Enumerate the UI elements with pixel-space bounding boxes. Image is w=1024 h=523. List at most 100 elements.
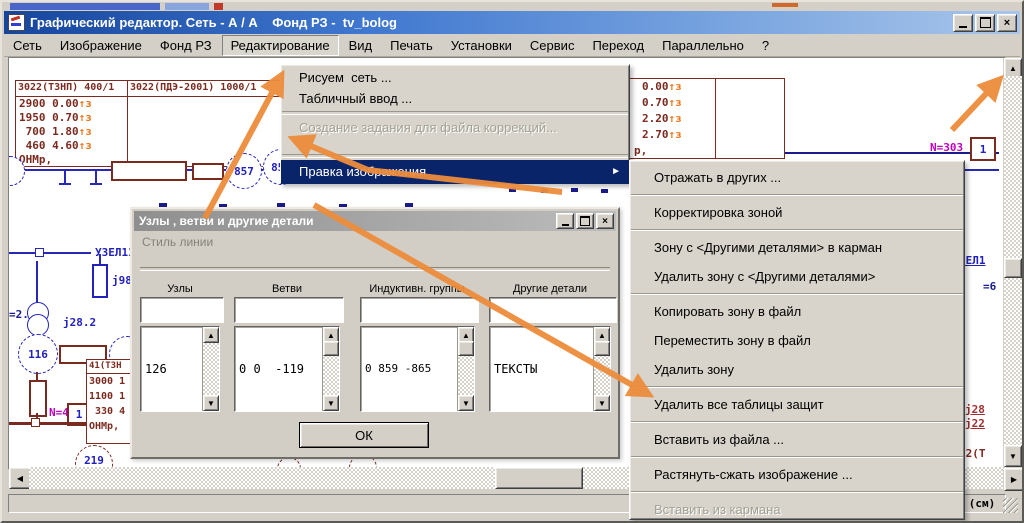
uzly-filter-input[interactable] [140,297,224,323]
menu-item-image[interactable]: Изображение [52,36,150,55]
node-circle-219: 219 [75,445,113,467]
app-icon [8,14,25,31]
menu-item-parallel[interactable]: Параллельно [654,36,752,55]
list-item[interactable]: 0 859 -865 [365,361,457,377]
table-row: 330 4 [87,404,136,419]
menu-item-table-input[interactable]: Табличный ввод ... [281,88,629,109]
menu-item-net[interactable]: Сеть [5,36,50,55]
menu-item-draw-net[interactable]: Рисуем сеть ... [281,67,629,88]
ok-button[interactable]: ОК [299,422,429,448]
dialog-close-button[interactable]: × [596,213,614,229]
submenu-item-delete-zone-with[interactable]: Удалить зону с <Другими деталями> [630,262,964,291]
menu-item-view[interactable]: Вид [341,36,381,55]
j28-label: j28 [965,403,985,416]
scroll-left-button[interactable]: ◀ [9,467,31,489]
up-arrow-icon: ↑з [79,97,92,110]
list-item[interactable]: 0 860 -864 [365,409,457,411]
maximize-button[interactable] [975,14,995,32]
menu-item-edit-image[interactable]: Правка изображения ► [281,160,629,184]
edit-dropdown-menu: Рисуем сеть ... Табличный ввод ... Созда… [280,64,630,184]
list-item[interactable]: 0 0 -119 [239,361,322,377]
menu-bar: Сеть Изображение Фонд РЗ Редактирование … [4,34,1020,57]
nodes-branches-dialog: Узлы , ветви и другие детали × Стиль лин… [130,207,620,459]
window-titlebar[interactable]: Графический редактор. Сеть - А / А Фонд … [4,11,1020,34]
submenu-item-move-zone-to-file[interactable]: Переместить зону в файл [630,326,964,355]
scroll-up-button[interactable]: ▲ [203,327,219,343]
scroll-down-button[interactable]: ▼ [323,395,339,411]
maximize-icon [980,17,991,28]
dialog-titlebar[interactable]: Узлы , ветви и другие детали × [134,211,616,231]
minimize-button[interactable] [953,14,973,32]
up-arrow-icon: ↑з [79,139,92,152]
scroll-up-button[interactable]: ▲ [1004,58,1022,78]
menu-item-edit[interactable]: Редактирование [222,35,339,56]
scrollbar-thumb[interactable] [495,467,583,489]
submenu-item-zone-correct[interactable]: Корректировка зоной [630,198,964,227]
menu-item-print[interactable]: Печать [382,36,441,55]
other-filter-input[interactable] [489,297,617,323]
scroll-down-button[interactable]: ▼ [203,395,219,411]
table-row: 1100 1 [87,389,136,404]
menu-item-service[interactable]: Сервис [522,36,583,55]
list-item[interactable]: ОТРЕЗКИ [494,409,593,411]
listbox-scrollbar[interactable]: ▲ ▼ [202,327,219,411]
resistor [111,161,187,181]
column-header-vetvi: Ветви [234,283,340,295]
menu-separator [631,456,963,458]
uzly-listbox[interactable]: 126 827 830 850 ▲ ▼ [140,326,220,412]
scroll-down-button[interactable]: ▼ [1004,445,1022,467]
listbox-scrollbar[interactable]: ▲ ▼ [457,327,474,411]
menu-item-fund[interactable]: Фонд РЗ [152,36,220,55]
node-number-label: N=303 [930,141,963,154]
wire [99,254,101,264]
schematic-fragment [509,188,516,192]
j282-label: j28.2 [63,316,96,329]
table-row: 700 1.80↑з [19,125,127,139]
vetvi-listbox[interactable]: 0 0 -119 0 0 -129 0 0 -131 0 0 -132 0 0 … [234,326,340,412]
scroll-down-button[interactable]: ▼ [594,395,610,411]
junction-square [31,418,40,427]
resize-grip[interactable] [1003,498,1018,513]
wire [36,372,38,380]
other-details-listbox[interactable]: ТЕКСТЫ ОТРЕЗКИ ТАБЛИЦА ОКРУЖНОС ДУГИ ▲ ▼ [489,326,611,412]
submenu-item-delete-all-protection-tables[interactable]: Удалить все таблицы защит [630,390,964,419]
column-header-induktiv: Индуктивн. группы [356,283,478,295]
scrollbar-thumb[interactable] [1004,258,1022,278]
list-item[interactable]: 0 0 -129 [239,409,322,411]
vertical-scrollbar[interactable]: ▲ ▼ [1004,58,1022,467]
submenu-item-insert-from-file[interactable]: Вставить из файла ... [630,425,964,454]
list-item[interactable]: 827 [145,409,202,411]
submenu-item-delete-zone[interactable]: Удалить зону [630,355,964,384]
menu-item-settings[interactable]: Установки [443,36,520,55]
scrollbar-thumb[interactable] [594,341,610,356]
wire [36,261,38,304]
minimize-icon [959,26,967,28]
induktiv-filter-input[interactable] [360,297,479,323]
submenu-item-copy-zone-to-file[interactable]: Копировать зону в файл [630,297,964,326]
node-number-box: 1 [970,137,996,161]
list-item[interactable]: ТЕКСТЫ [494,361,593,377]
minimize-icon [562,224,569,226]
scroll-down-button[interactable]: ▼ [458,395,474,411]
list-item[interactable]: 126 [145,361,202,377]
close-button[interactable]: × [997,14,1017,32]
scrollbar-thumb[interactable] [323,341,339,356]
dialog-minimize-button[interactable] [556,213,574,229]
menu-item-transition[interactable]: Переход [584,36,652,55]
listbox-scrollbar[interactable]: ▲ ▼ [593,327,610,411]
listbox-scrollbar[interactable]: ▲ ▼ [322,327,339,411]
submenu-item-stretch-shrink[interactable]: Растянуть-сжать изображение ... [630,460,964,489]
menu-item-help[interactable]: ? [754,36,777,55]
n4-label: N=4 [49,406,69,419]
scroll-right-button[interactable]: ▶ [1004,468,1024,491]
table-row: 460 4.60↑з [19,139,127,153]
menu-separator [631,421,963,423]
j98-label: j98 [112,274,132,287]
up-arrow-icon: ↑з [669,96,682,109]
vetvi-filter-input[interactable] [234,297,344,323]
submenu-item-mirror[interactable]: Отражать в других ... [630,163,964,192]
dialog-maximize-button[interactable] [576,213,594,229]
scrollbar-thumb[interactable] [458,341,474,356]
submenu-item-zone-to-pocket[interactable]: Зону с <Другими деталями> в карман [630,233,964,262]
induktiv-listbox[interactable]: 0 859 -865 0 860 -864 0 862 -864 xxxxxxx… [360,326,475,412]
